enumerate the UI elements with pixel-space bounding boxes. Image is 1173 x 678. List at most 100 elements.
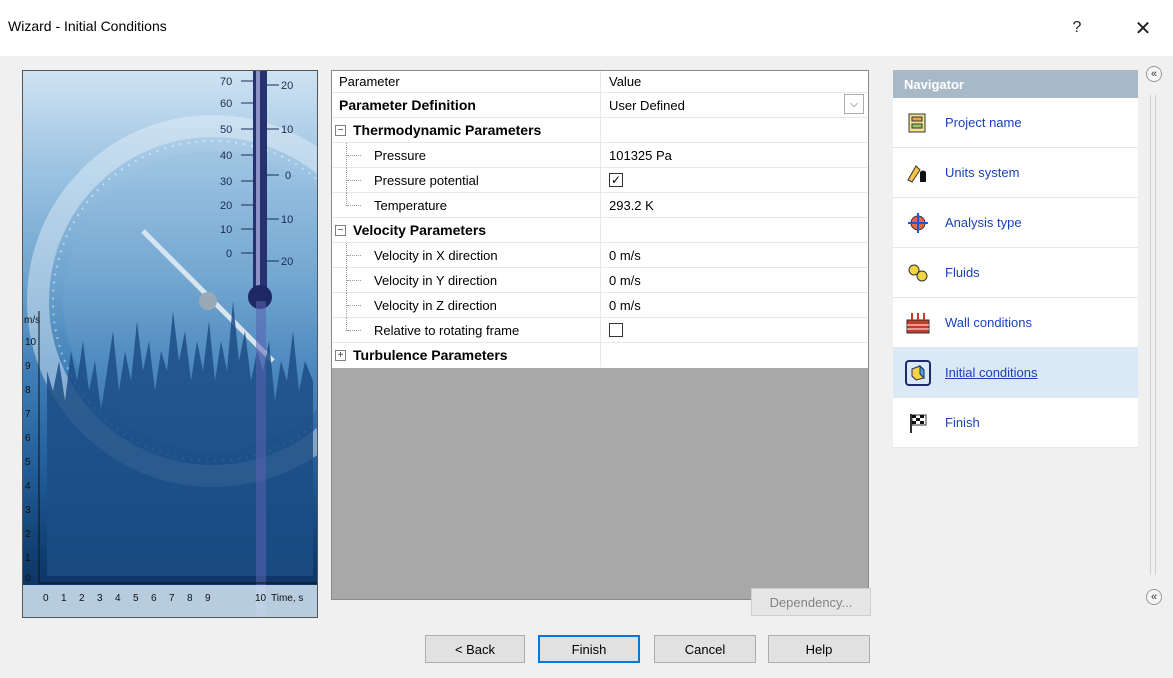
- nav-item-project-name[interactable]: Project name: [893, 98, 1138, 148]
- wall-conditions-icon: [905, 310, 931, 336]
- temperature-value[interactable]: 293.2 K: [600, 193, 868, 217]
- fluids-icon: [905, 260, 931, 286]
- chart-x-tick: 10: [255, 593, 267, 604]
- parameter-definition-row[interactable]: Parameter Definition User Defined ⌵: [332, 93, 868, 118]
- chart-x-tick: 8: [187, 593, 193, 604]
- chart-y-tick: 2: [25, 529, 31, 540]
- velocity-x-row[interactable]: Velocity in X direction 0 m/s: [332, 243, 868, 268]
- nav-item-fluids[interactable]: Fluids: [893, 248, 1138, 298]
- finish-flag-icon: [905, 410, 931, 436]
- velocity-y-value[interactable]: 0 m/s: [600, 268, 868, 292]
- title-bar: Wizard - Initial Conditions ? ✕: [0, 0, 1173, 56]
- temp-tick-label: 0: [226, 248, 232, 260]
- parameter-grid: Parameter Value Parameter Definition Use…: [331, 70, 869, 600]
- nav-item-wall-conditions[interactable]: Wall conditions: [893, 298, 1138, 348]
- chart-y-tick: 4: [25, 481, 31, 492]
- velocity-x-label: Velocity in X direction: [374, 247, 498, 263]
- collapse-icon[interactable]: −: [335, 224, 346, 236]
- chart-x-tick: 3: [97, 593, 103, 604]
- project-name-icon: [905, 110, 931, 136]
- chart-x-tick: 7: [169, 593, 175, 604]
- thermometer-highlight: [256, 71, 260, 296]
- navigator-collapse-top-button[interactable]: «: [1146, 66, 1162, 82]
- column-header-value: Value: [600, 71, 868, 92]
- group-row-velocity[interactable]: − Velocity Parameters: [332, 218, 868, 243]
- pressure-value[interactable]: 101325 Pa: [600, 143, 868, 167]
- pressure-row[interactable]: Pressure 101325 Pa: [332, 143, 868, 168]
- navigator-collapse-bottom-button[interactable]: «: [1146, 589, 1162, 605]
- temp-tick-label: 70: [220, 76, 232, 88]
- velocity-z-label: Velocity in Z direction: [374, 297, 497, 313]
- chart-y-tick: 8: [25, 385, 31, 396]
- close-button[interactable]: ✕: [1128, 13, 1158, 43]
- velocity-y-row[interactable]: Velocity in Y direction 0 m/s: [332, 268, 868, 293]
- group-row-thermodynamic[interactable]: − Thermodynamic Parameters: [332, 118, 868, 143]
- rotating-frame-row[interactable]: Relative to rotating frame: [332, 318, 868, 343]
- wizard-illustration-graphic: 70 60 50 40 30 20 10 0 20 10 0 10 20 m/s…: [23, 71, 317, 617]
- chart-y-unit: m/s: [24, 315, 40, 326]
- finish-button[interactable]: Finish: [538, 635, 640, 663]
- help-title-button[interactable]: ?: [1062, 13, 1092, 43]
- chart-y-tick: 7: [25, 409, 31, 420]
- initial-conditions-icon: [905, 359, 931, 386]
- pressure-potential-row[interactable]: Pressure potential ✓: [332, 168, 868, 193]
- pressure-potential-label: Pressure potential: [374, 172, 479, 188]
- thermodynamic-group-label: Thermodynamic Parameters: [353, 122, 542, 138]
- chart-x-unit: Time, s: [271, 593, 303, 604]
- collapse-icon[interactable]: −: [335, 124, 346, 136]
- parameter-definition-value[interactable]: User Defined ⌵: [600, 93, 868, 117]
- checkmark-icon: ✓: [610, 173, 622, 187]
- temp-tick-label: 60: [220, 98, 232, 110]
- temperature-row[interactable]: Temperature 293.2 K: [332, 193, 868, 218]
- chart-x-labels: 0 1 2 3 4 5 6 7 8 9 10 Time, s: [43, 593, 303, 604]
- nav-item-label: Units system: [945, 165, 1020, 180]
- nav-item-initial-conditions[interactable]: Initial conditions: [893, 348, 1138, 398]
- rotating-frame-checkbox[interactable]: [609, 323, 623, 337]
- parameter-definition-label: Parameter Definition: [339, 97, 476, 113]
- temp-tick-label: 10: [220, 224, 232, 236]
- velocity-x-value[interactable]: 0 m/s: [600, 243, 868, 267]
- chart-y-tick: 5: [25, 457, 31, 468]
- nav-item-analysis-type[interactable]: Analysis type: [893, 198, 1138, 248]
- back-button[interactable]: < Back: [425, 635, 525, 663]
- velocity-z-value[interactable]: 0 m/s: [600, 293, 868, 317]
- temp-tick-label: 40: [220, 150, 232, 162]
- pressure-label: Pressure: [374, 147, 427, 163]
- chart-y-tick: 10: [25, 337, 37, 348]
- dependency-button[interactable]: Dependency...: [751, 588, 871, 616]
- navigator-panel: Navigator Project name Units system Anal…: [893, 70, 1138, 448]
- velocity-z-row[interactable]: Velocity in Z direction 0 m/s: [332, 293, 868, 318]
- nav-item-label: Initial conditions: [945, 365, 1038, 380]
- grid-header-row: Parameter Value: [332, 71, 868, 93]
- chart-y-tick: 3: [25, 505, 31, 516]
- temp-tick-label: 30: [220, 176, 232, 188]
- chart-x-tick: 2: [79, 593, 85, 604]
- navigator-scrollbar[interactable]: [1150, 95, 1156, 575]
- temp-right-label: 20: [281, 256, 293, 268]
- parameter-definition-dropdown-button[interactable]: ⌵: [844, 94, 864, 114]
- temp-tick-label: 50: [220, 124, 232, 136]
- units-system-icon: [905, 160, 931, 186]
- help-button[interactable]: Help: [768, 635, 870, 663]
- cancel-button[interactable]: Cancel: [654, 635, 756, 663]
- nav-item-label: Finish: [945, 415, 980, 430]
- chart-y-tick: 1: [25, 553, 31, 564]
- temp-right-label: 10: [281, 214, 293, 226]
- wizard-illustration: 70 60 50 40 30 20 10 0 20 10 0 10 20 m/s…: [22, 70, 318, 618]
- velocity-group-label: Velocity Parameters: [353, 222, 487, 238]
- expand-icon[interactable]: +: [335, 349, 346, 361]
- nav-item-units-system[interactable]: Units system: [893, 148, 1138, 198]
- group-row-turbulence[interactable]: + Turbulence Parameters: [332, 343, 868, 368]
- pressure-potential-checkbox[interactable]: ✓: [609, 173, 623, 187]
- nav-item-label: Project name: [945, 115, 1022, 130]
- temp-right-label: 20: [281, 80, 293, 92]
- chart-x-tick: 6: [151, 593, 157, 604]
- gauge-hub: [199, 292, 217, 310]
- nav-item-label: Wall conditions: [945, 315, 1032, 330]
- window-title: Wizard - Initial Conditions: [8, 18, 167, 34]
- turbulence-group-label: Turbulence Parameters: [353, 347, 508, 363]
- nav-item-label: Analysis type: [945, 215, 1022, 230]
- chevron-down-icon: ⌵: [849, 97, 859, 110]
- nav-item-finish[interactable]: Finish: [893, 398, 1138, 448]
- chart-y-tick: 0: [25, 573, 31, 584]
